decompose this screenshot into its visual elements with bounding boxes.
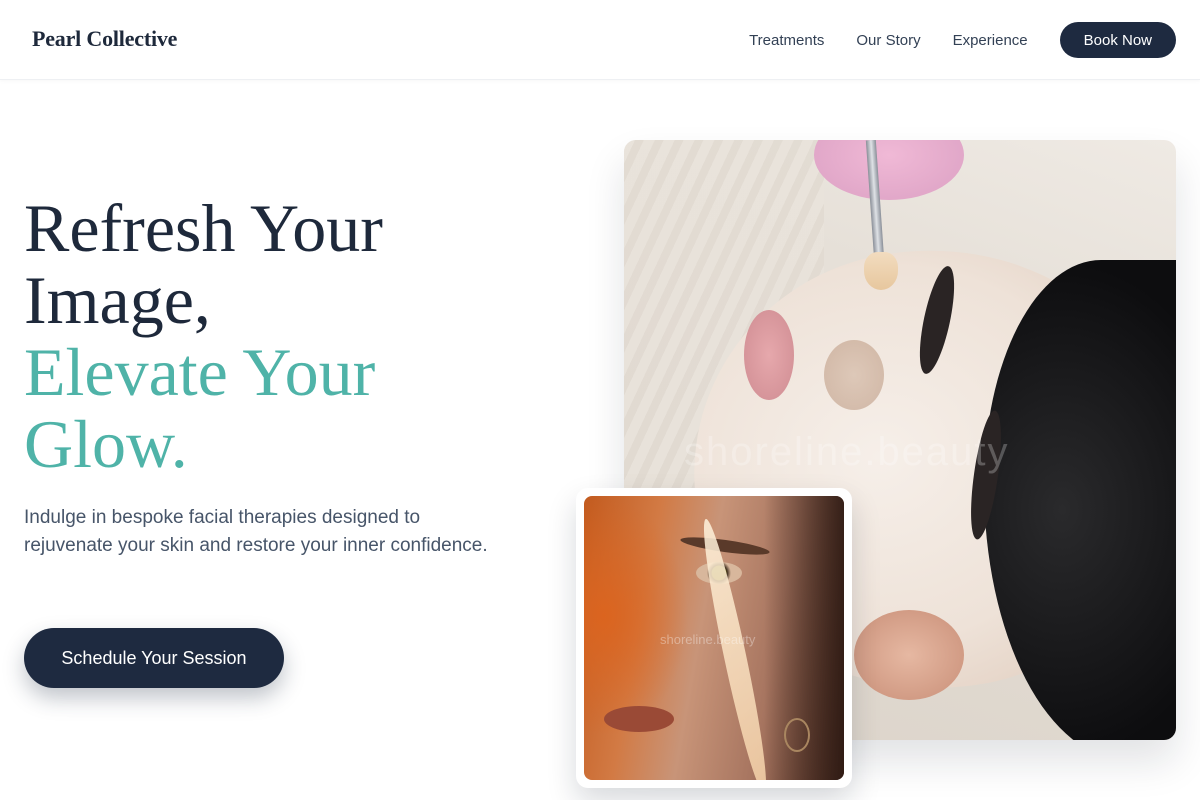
- lips: [604, 706, 674, 732]
- hoop-earring: [784, 718, 810, 752]
- nav-treatments[interactable]: Treatments: [749, 32, 824, 49]
- light-streak: [695, 516, 775, 780]
- hero-headline: Refresh Your Image, Elevate Your Glow.: [24, 192, 544, 480]
- nose: [824, 340, 884, 410]
- brand-logo[interactable]: Pearl Collective: [32, 26, 177, 52]
- headline-line-1: Refresh Your: [24, 190, 383, 266]
- inset-watermark: shoreline.beauty: [660, 632, 756, 647]
- headline-accent-line-2: Glow.: [24, 406, 188, 482]
- nav-experience[interactable]: Experience: [953, 32, 1028, 49]
- brush-bristles: [864, 252, 898, 290]
- lips: [744, 310, 794, 400]
- book-now-button[interactable]: Book Now: [1059, 22, 1176, 58]
- main-nav: Treatments Our Story Experience Book Now: [749, 22, 1176, 58]
- glowing-face-photo: shoreline.beauty: [584, 496, 844, 780]
- pink-glove: [814, 140, 964, 200]
- headline-accent-line-1: Elevate Your: [24, 334, 376, 410]
- schedule-session-button[interactable]: Schedule Your Session: [24, 628, 284, 688]
- nav-our-story[interactable]: Our Story: [856, 32, 920, 49]
- eyebrow: [679, 533, 771, 559]
- photo-watermark: shoreline.beauty: [684, 430, 1010, 474]
- inset-photo-card: shoreline.beauty: [576, 488, 852, 788]
- hero-description: Indulge in bespoke facial therapies desi…: [24, 507, 488, 556]
- site-header: Pearl Collective Treatments Our Story Ex…: [0, 0, 1200, 80]
- ear: [854, 610, 964, 700]
- headline-line-2: Image,: [24, 262, 211, 338]
